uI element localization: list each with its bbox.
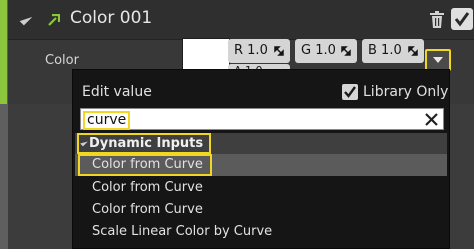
param-label: Color [45, 53, 79, 68]
list-item-label: Color from Curve [92, 202, 203, 217]
expand-icon [408, 46, 418, 56]
expand-icon [341, 46, 351, 56]
expand-icon [274, 46, 284, 56]
trash-icon[interactable] [430, 11, 444, 28]
color-swatch[interactable] [182, 38, 230, 72]
clear-search-icon[interactable] [424, 112, 439, 127]
library-only-checkbox[interactable] [342, 84, 358, 100]
category-header: Dynamic Inputs [77, 133, 212, 154]
search-value: curve [83, 111, 131, 130]
module-title: Color 001 [70, 8, 153, 28]
popup-title: Edit value [82, 84, 152, 100]
list-item[interactable]: Scale Linear Color by Curve [75, 221, 447, 243]
edit-value-popup: Edit value Library Only curve Dynamic In… [72, 69, 450, 249]
channel-b-field[interactable]: B 1.0 [362, 39, 424, 63]
list-item-selected[interactable]: Color from Curve [75, 154, 447, 176]
category-dynamic-inputs[interactable]: Dynamic Inputs [75, 133, 447, 154]
search-input[interactable]: curve [80, 108, 444, 130]
list-item-label: Scale Linear Color by Curve [92, 224, 273, 239]
module-enabled-checkbox[interactable] [451, 8, 473, 30]
expand-arrow-icon [80, 138, 88, 147]
channel-g-field[interactable]: G 1.0 [295, 39, 357, 63]
list-item-label: Color from Curve [92, 157, 203, 172]
channel-g-value: G 1.0 [301, 43, 336, 58]
value-mode-dropdown-button[interactable] [425, 49, 451, 71]
list-item[interactable]: Color from Curve [75, 177, 447, 199]
module-header[interactable]: Color 001 [8, 0, 474, 40]
category-label: Dynamic Inputs [89, 136, 204, 151]
library-only-label[interactable]: Library Only [363, 84, 448, 100]
module-accent-bar [0, 0, 7, 104]
channel-b-value: B 1.0 [368, 43, 402, 58]
module-icon [48, 14, 60, 26]
channel-r-value: R 1.0 [234, 43, 268, 58]
list-item-label: Color from Curve [92, 180, 203, 195]
check-icon [344, 86, 356, 98]
channel-r-field[interactable]: R 1.0 [228, 39, 290, 63]
collapse-arrow-icon[interactable] [19, 12, 33, 26]
list-item[interactable]: Color from Curve [75, 199, 447, 221]
enabled-check-icon [454, 12, 470, 27]
